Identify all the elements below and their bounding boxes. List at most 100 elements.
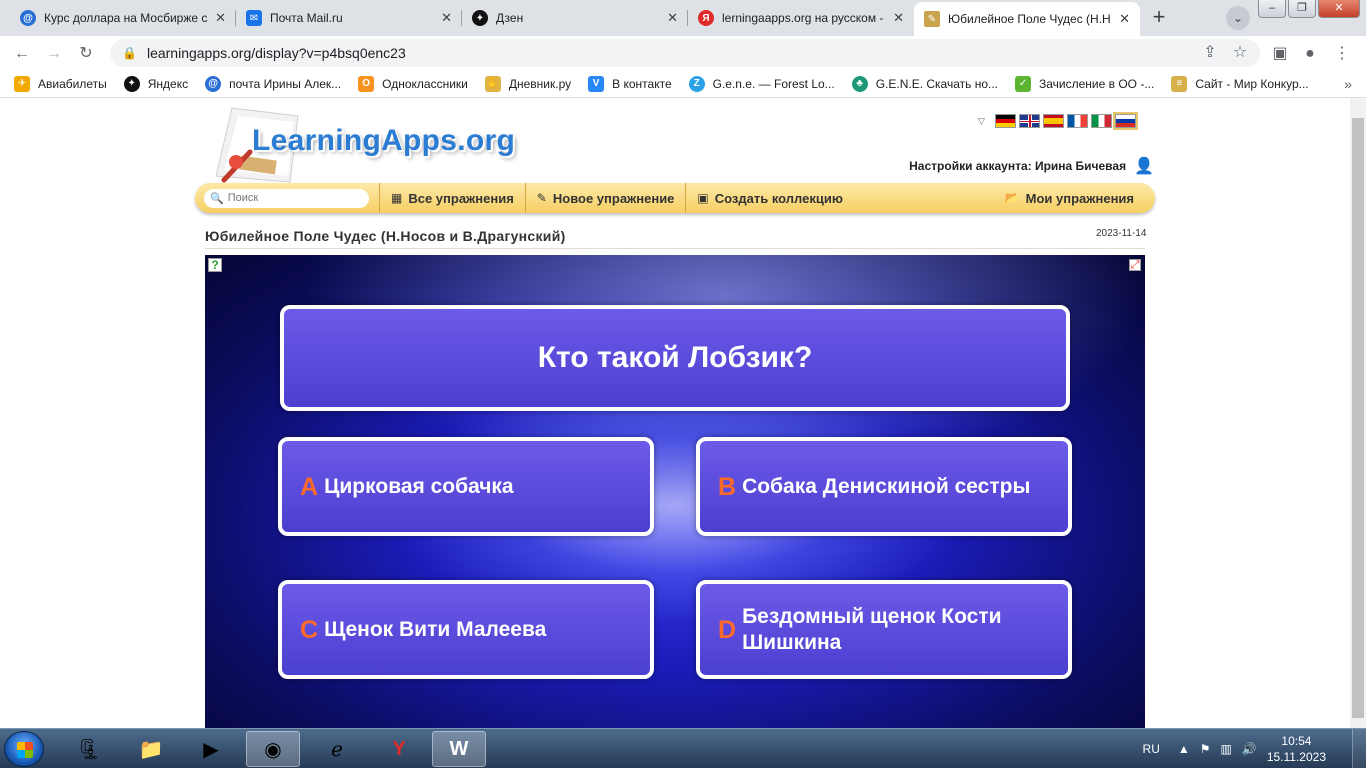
search-input[interactable]	[227, 192, 358, 204]
web-page: LearningApps.org ▽ Настройки аккаунта: И…	[0, 98, 1350, 728]
window-close-button[interactable]: ✕	[1318, 0, 1360, 18]
volume-icon[interactable]: 🔊	[1242, 742, 1257, 756]
dropdown-triangle-icon[interactable]: ▽	[978, 116, 985, 127]
browser-tab-2[interactable]: ✉ Почта Mail.ru ✕	[236, 4, 462, 32]
back-arrow-icon[interactable]: ←	[10, 42, 34, 66]
z-icon: Z	[688, 75, 705, 92]
forward-arrow-icon[interactable]: →	[42, 42, 66, 66]
bookmark-item[interactable]: ✈ Авиабилеты	[14, 75, 107, 92]
browser-tab-4[interactable]: Я lerningaapps.org на русском - ✕	[688, 4, 914, 32]
answer-b-button[interactable]: B Собака Денискиной сестры	[696, 437, 1072, 536]
bookmark-item[interactable]: V В контакте	[588, 75, 672, 92]
bookmark-item[interactable]: О Одноклассники	[358, 75, 468, 92]
chrome-icon[interactable]: ◉	[246, 731, 300, 767]
network-icon[interactable]: ▥	[1221, 742, 1232, 756]
yandex-star-icon: ✦	[123, 75, 140, 92]
nav-my-exercises[interactable]: 📂 Мои упражнения	[994, 183, 1145, 213]
check-icon: ✓	[1015, 75, 1032, 92]
nav-create-collection[interactable]: ▣ Создать коллекцию	[685, 183, 854, 213]
book-icon: ≡	[1171, 75, 1188, 92]
yandex-browser-icon[interactable]: Y	[372, 731, 426, 767]
close-icon[interactable]: ✕	[1119, 11, 1130, 27]
bookmark-star-icon[interactable]: ☆	[1228, 41, 1252, 65]
new-tab-button[interactable]: +	[1146, 6, 1172, 30]
windows-taskbar: 🗜 📁 ▶ ◉ ℯ Y W RU ▲ ⚑ ▥ 🔊 10:54 15.11.202…	[0, 728, 1366, 768]
plane-icon: ✈	[14, 75, 30, 92]
browser-tab-active[interactable]: ✎ Юбилейное Поле Чудес (Н.Н ✕	[914, 2, 1140, 36]
tab-title: Почта Mail.ru	[270, 11, 343, 25]
answer-d-button[interactable]: D Бездомный щенок Кости Шишкина	[696, 580, 1072, 679]
site-logo[interactable]: LearningApps.org	[252, 124, 515, 158]
media-player-icon[interactable]: ▶	[184, 731, 238, 767]
bookmark-item[interactable]: ♣ G.E.N.E. Скачать но...	[851, 75, 998, 92]
word-icon[interactable]: W	[432, 731, 486, 767]
bookmark-item[interactable]: @ почта Ирины Алек...	[205, 75, 341, 92]
bookmarks-more-icon[interactable]: »	[1344, 76, 1352, 92]
page-scrollbar[interactable]	[1350, 98, 1366, 728]
answer-c-button[interactable]: C Щенок Вити Малеева	[278, 580, 654, 679]
bookmark-item[interactable]: Z G.e.n.e. — Forest Lo...	[688, 75, 835, 92]
profile-icon[interactable]: ●	[1298, 42, 1322, 66]
app-date: 2023-11-14	[1096, 228, 1147, 239]
search-icon: 🔍	[210, 192, 224, 205]
language-indicator[interactable]: RU	[1143, 742, 1160, 756]
close-icon[interactable]: ✕	[667, 10, 678, 26]
close-icon[interactable]: ✕	[441, 10, 452, 26]
clock[interactable]: 10:54 15.11.2023	[1267, 733, 1326, 765]
action-center-flag-icon[interactable]: ⚑	[1200, 742, 1211, 756]
answer-a-button[interactable]: A Цирковая собачка	[278, 437, 654, 536]
help-icon[interactable]: ?	[208, 258, 222, 272]
lock-icon: 🔒	[122, 46, 137, 60]
close-icon[interactable]: ✕	[893, 10, 904, 26]
bookmark-item[interactable]: ≡ Сайт - Мир Конкур...	[1171, 75, 1309, 92]
menu-kebab-icon[interactable]: ⋮	[1330, 42, 1354, 66]
browser-toolbar: ← → ↻ 🔒 learningapps.org/display?v=p4bsq…	[0, 36, 1366, 70]
bookmarks-bar: ✈ Авиабилеты ✦ Яндекс @ почта Ирины Алек...…	[0, 70, 1366, 98]
answer-text: Щенок Вити Малеева	[324, 617, 547, 641]
site-navbar: 🔍 ▦ Все упражнения ✎ Новое упражнение ▣ …	[195, 183, 1155, 213]
browser-tab-3[interactable]: ✦ Дзен ✕	[462, 4, 688, 32]
reload-icon[interactable]: ↻	[74, 42, 98, 66]
app-icon: ✎	[924, 11, 940, 27]
share-icon[interactable]: ⇪	[1198, 41, 1222, 65]
close-icon[interactable]: ✕	[215, 10, 226, 26]
flag-es-icon[interactable]	[1042, 114, 1064, 128]
winrar-icon[interactable]: 🗜	[62, 731, 116, 767]
url-text: learningapps.org/display?v=p4bsq0enc23	[146, 45, 406, 61]
dzen-icon: ✦	[472, 10, 488, 26]
window-controls: – ❐ ✕	[1256, 0, 1360, 18]
tray-expand-icon[interactable]: ▲	[1178, 742, 1190, 756]
address-bar[interactable]: 🔒 learningapps.org/display?v=p4bsq0enc23	[110, 39, 1260, 67]
show-desktop-button[interactable]	[1352, 729, 1366, 768]
bookmark-item[interactable]: ✋ Дневник.ру	[484, 75, 571, 92]
scrollbar-thumb[interactable]	[1352, 118, 1364, 718]
nav-new-exercise[interactable]: ✎ Новое упражнение	[524, 183, 686, 213]
app-title: Юбилейное Поле Чудес (Н.Носов и В.Драгун…	[205, 228, 566, 244]
flag-it-icon[interactable]	[1090, 114, 1112, 128]
flag-fr-icon[interactable]	[1066, 114, 1088, 128]
tab-search-icon[interactable]: ⌄	[1226, 6, 1250, 30]
minimize-button[interactable]: –	[1258, 0, 1286, 18]
hand-icon: ✋	[484, 75, 501, 92]
browser-tab-1[interactable]: @ Курс доллара на Мосбирже с ✕	[10, 4, 236, 32]
nav-label: Все упражнения	[408, 190, 514, 206]
maximize-button[interactable]: ❐	[1288, 0, 1316, 18]
search-box[interactable]: 🔍	[204, 188, 369, 208]
account-settings[interactable]: Настройки аккаунта: Ирина Бичевая 👤	[909, 156, 1154, 176]
flag-ru-icon[interactable]	[1112, 112, 1138, 130]
answer-text: Цирковая собачка	[324, 474, 514, 498]
nav-label: Новое упражнение	[552, 190, 675, 206]
start-button[interactable]	[4, 731, 44, 767]
fullscreen-icon[interactable]: ⤢	[1129, 259, 1141, 271]
flag-de-icon[interactable]	[994, 114, 1016, 128]
nav-all-exercises[interactable]: ▦ Все упражнения	[379, 183, 525, 213]
quiz-stage: ? ⤢ Кто такой Лобзик? A Цирковая собачка…	[205, 255, 1145, 728]
internet-explorer-icon[interactable]: ℯ	[310, 731, 364, 767]
side-panel-icon[interactable]: ▣	[1268, 42, 1292, 66]
tab-title: Дзен	[496, 11, 524, 25]
bookmark-item[interactable]: ✓ Зачисление в ОО -...	[1015, 75, 1154, 92]
flag-uk-icon[interactable]	[1018, 114, 1040, 128]
bookmark-item[interactable]: ✦ Яндекс	[123, 75, 188, 92]
ok-icon: О	[358, 75, 375, 92]
file-explorer-icon[interactable]: 📁	[124, 731, 178, 767]
